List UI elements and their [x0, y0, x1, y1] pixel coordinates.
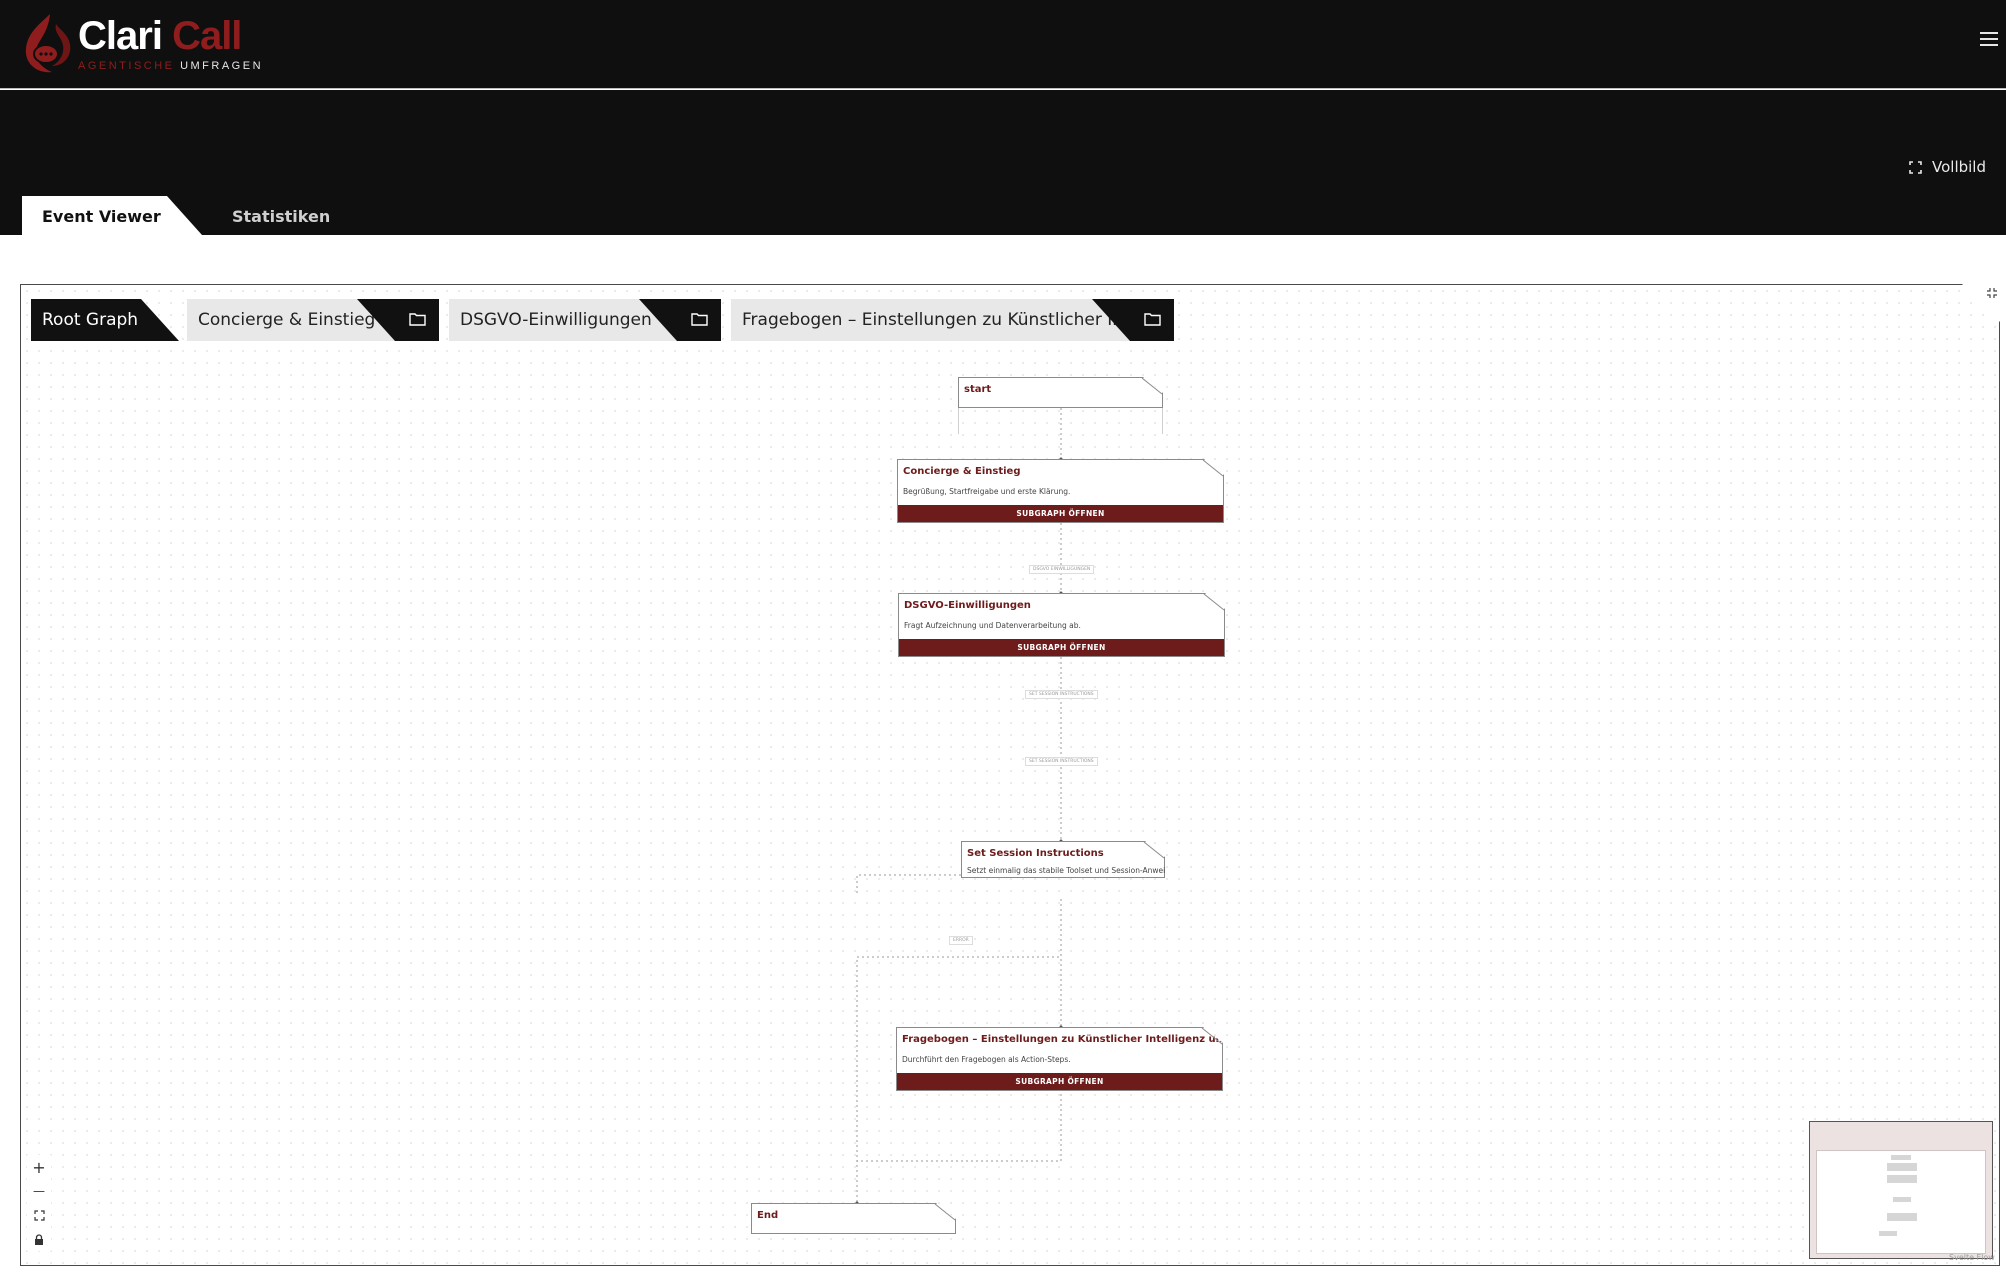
tab-statistiken[interactable]: Statistiken	[202, 196, 330, 235]
hamburger-menu-button[interactable]	[1980, 32, 1998, 48]
node-dsgvo[interactable]: DSGVO-Einwilligungen Fragt Aufzeichnung …	[898, 593, 1225, 657]
breadcrumb-concierge[interactable]: Concierge & Einstieg	[187, 299, 439, 341]
breadcrumb-root-graph[interactable]: Root Graph	[31, 299, 179, 341]
node-set-session-instructions[interactable]: Set Session Instructions Setzt einmalig …	[961, 841, 1165, 878]
open-subgraph-button[interactable]: SUBGRAPH ÖFFNEN	[899, 639, 1224, 656]
minimap[interactable]	[1809, 1121, 1993, 1259]
node-start[interactable]: start	[958, 377, 1163, 408]
open-subgraph-button[interactable]: SUBGRAPH ÖFFNEN	[898, 505, 1223, 522]
breadcrumb-dsgvo[interactable]: DSGVO-Einwilligungen	[449, 299, 721, 341]
node-fragebogen[interactable]: Fragebogen – Einstellungen zu Künstliche…	[896, 1027, 1223, 1091]
brand-name: Clari Call	[78, 14, 242, 58]
brand-tagline: AGENTISCHE UMFRAGEN	[78, 60, 264, 72]
fit-view-button[interactable]	[27, 1203, 51, 1227]
node-end[interactable]: End	[751, 1203, 956, 1234]
plus-icon: +	[32, 1157, 46, 1177]
main-tabs: Event Viewer Statistiken	[22, 196, 330, 235]
zoom-out-button[interactable]: —	[27, 1179, 51, 1203]
node-concierge[interactable]: Concierge & Einstieg Begrüßung, Startfre…	[897, 459, 1224, 523]
minus-icon: —	[33, 1184, 45, 1198]
graph-canvas[interactable]: Root Graph Concierge & Einstieg DSGVO-Ei…	[20, 284, 2000, 1266]
top-navigation-bar: Clari Call AGENTISCHE UMFRAGEN	[0, 0, 2006, 89]
edge-label: ERROR	[949, 936, 973, 945]
zoom-in-button[interactable]: +	[27, 1155, 51, 1179]
folder-icon[interactable]	[1144, 312, 1161, 326]
lock-button[interactable]	[27, 1227, 51, 1251]
tab-event-viewer[interactable]: Event Viewer	[22, 196, 202, 235]
hamburger-icon	[1980, 32, 1998, 34]
brand-logo[interactable]: Clari Call AGENTISCHE UMFRAGEN	[20, 8, 261, 78]
fullscreen-label: Vollbild	[1932, 158, 1986, 176]
lock-icon	[35, 1233, 43, 1245]
zoom-controls: + —	[27, 1155, 51, 1251]
fit-view-icon	[33, 1209, 45, 1221]
folder-icon[interactable]	[409, 312, 426, 326]
fullscreen-icon	[1909, 160, 1922, 174]
view-toolbar: Vollbild Event Viewer Statistiken	[0, 90, 2006, 235]
edge-label: DSGVO EINWILLIGUNGEN	[1029, 565, 1095, 574]
breadcrumb-fragebogen[interactable]: Fragebogen – Einstellungen zu Künstliche…	[731, 299, 1174, 341]
collapse-icon[interactable]	[1986, 287, 1998, 299]
folder-icon[interactable]	[691, 312, 708, 326]
open-subgraph-button[interactable]: SUBGRAPH ÖFFNEN	[897, 1073, 1222, 1090]
edge-label: SET SESSION INSTRUCTIONS	[1025, 757, 1098, 766]
flame-logo-icon	[25, 14, 71, 73]
attribution-link[interactable]: Svelte Flow	[1949, 1253, 1995, 1262]
minimap-viewport[interactable]	[1816, 1150, 1986, 1254]
fullscreen-button[interactable]: Vollbild	[1909, 158, 1986, 176]
edge-label: SET SESSION INSTRUCTIONS	[1025, 690, 1098, 699]
